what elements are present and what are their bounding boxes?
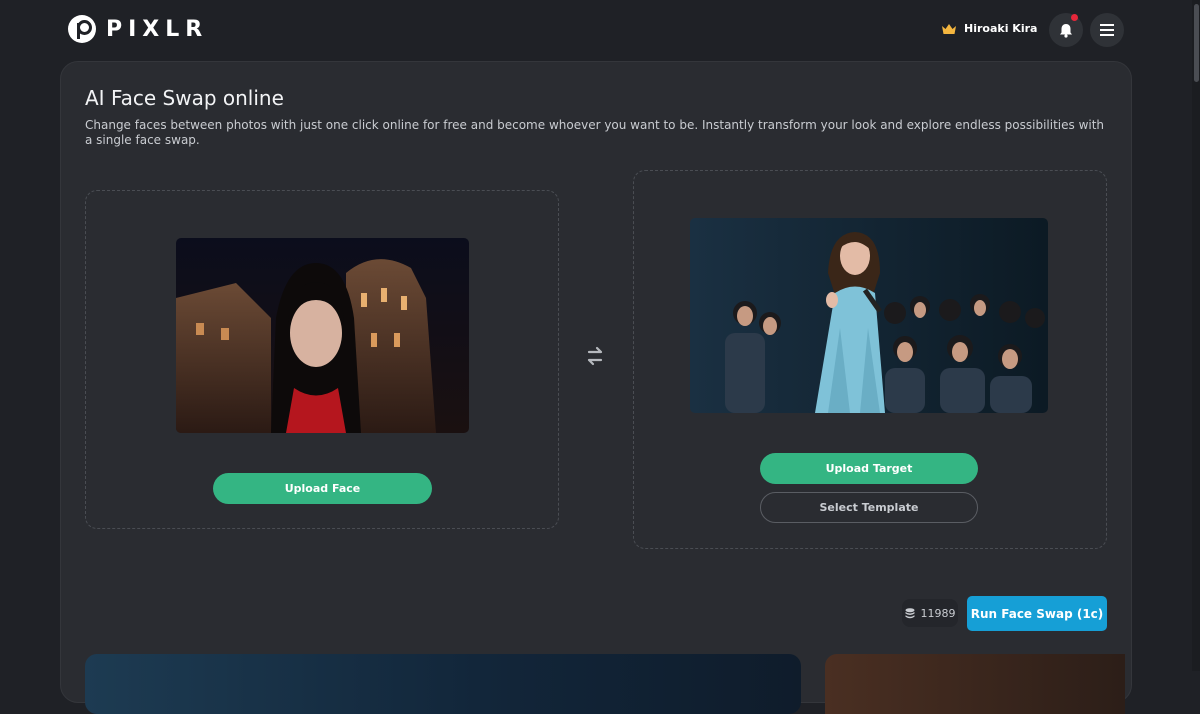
upload-face-button[interactable]: Upload Face [213,473,432,504]
page-title: AI Face Swap online [85,86,284,110]
page-scrollbar[interactable] [1192,0,1200,671]
face-upload-area[interactable]: Upload Face [85,190,559,529]
crown-icon [942,23,956,34]
credits-badge: 11989 [902,599,958,627]
user-account[interactable]: Hiroaki Kira [942,22,1037,35]
target-image [690,218,1048,413]
page-description: Change faces between photos with just on… [85,118,1105,147]
pixlr-logo[interactable]: PIXLR [68,15,208,43]
coins-icon [905,607,914,618]
swap-arrows-icon[interactable] [583,344,607,368]
menu-button[interactable] [1090,13,1124,47]
face-swap-panel: AI Face Swap online Change faces between… [60,61,1132,714]
face-image [176,238,469,433]
pixlr-logo-icon [68,15,96,43]
brand-name: PIXLR [106,16,209,42]
example-image [825,654,1125,714]
scrollbar-thumb[interactable] [1194,4,1199,82]
credits-count: 11989 [920,606,956,620]
hamburger-icon [1100,24,1114,36]
example-image [85,654,801,714]
top-bar: PIXLR Hiroaki Kira [0,0,1200,60]
select-template-button[interactable]: Select Template [760,492,978,523]
run-face-swap-button[interactable]: Run Face Swap (1c) [967,596,1107,631]
notifications-button[interactable] [1049,13,1083,47]
notification-badge [1071,14,1078,21]
upload-target-button[interactable]: Upload Target [760,453,978,484]
target-upload-area[interactable]: Upload Target Select Template [633,170,1107,549]
user-name: Hiroaki Kira [964,22,1038,35]
bell-icon [1060,23,1072,38]
